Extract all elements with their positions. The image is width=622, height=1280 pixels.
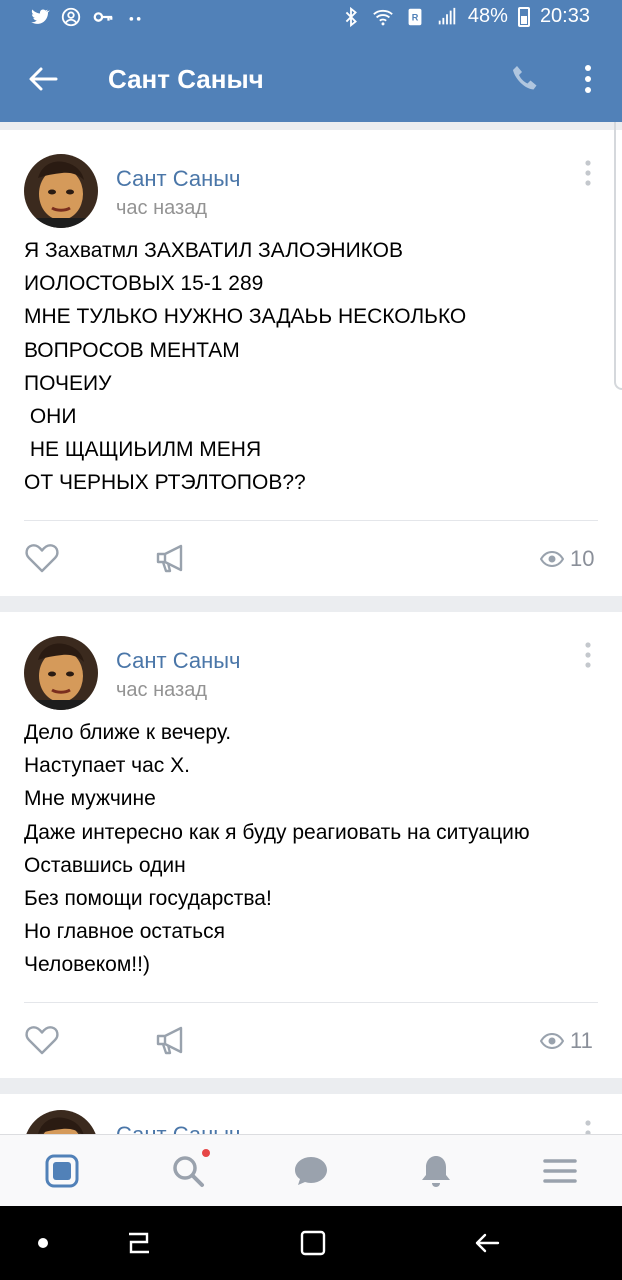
app-header: Сант Саныч bbox=[0, 36, 622, 122]
avatar[interactable] bbox=[24, 154, 98, 228]
system-nav-bar bbox=[0, 1206, 622, 1280]
post-text: Я Захватмл ЗАХВАТИЛ ЗАЛОЭНИКОВ ИОЛОСТОВЫ… bbox=[24, 239, 467, 495]
wall-post: Сант Саныч час назад Я Захватмл ЗАХВАТИЛ… bbox=[0, 130, 622, 596]
post-author[interactable]: Сант Саныч bbox=[116, 1122, 241, 1134]
views-counter: 10 bbox=[540, 546, 594, 572]
news-icon[interactable] bbox=[44, 1153, 80, 1189]
avatar[interactable] bbox=[24, 1110, 98, 1134]
eye-icon bbox=[540, 551, 564, 567]
messages-icon[interactable] bbox=[293, 1153, 329, 1189]
eye-icon bbox=[540, 1033, 564, 1049]
more-vertical-icon[interactable] bbox=[578, 62, 598, 96]
avatar[interactable] bbox=[24, 636, 98, 710]
wifi-icon bbox=[373, 9, 393, 25]
post-menu-icon[interactable] bbox=[580, 1118, 596, 1134]
wall-post: Сант Саныч час назад Дело ближе к вечеру… bbox=[0, 612, 622, 1078]
post-author[interactable]: Сант Саныч bbox=[116, 648, 241, 674]
more-notifications-icon bbox=[129, 17, 141, 21]
signal-icon bbox=[438, 7, 456, 24]
search-icon[interactable] bbox=[170, 1153, 206, 1189]
key-icon bbox=[93, 12, 113, 22]
wall-post: Сант Саныч bbox=[0, 1094, 622, 1134]
like-icon[interactable] bbox=[24, 542, 60, 574]
svg-text:R: R bbox=[412, 12, 419, 22]
phone-icon[interactable] bbox=[508, 62, 542, 96]
post-time: час назад bbox=[116, 679, 208, 701]
clock: 20:33 bbox=[539, 5, 590, 27]
battery-percent: 48% bbox=[467, 5, 508, 27]
views-counter: 11 bbox=[540, 1028, 593, 1054]
views-count: 11 bbox=[570, 1028, 593, 1053]
post-text: Дело ближе к вечеру. Наступает час Х. Мн… bbox=[24, 721, 530, 977]
post-divider bbox=[24, 520, 598, 521]
post-author[interactable]: Сант Саныч bbox=[116, 166, 241, 192]
dot-icon[interactable] bbox=[28, 1228, 58, 1258]
share-icon[interactable] bbox=[154, 542, 188, 574]
like-icon[interactable] bbox=[24, 1024, 60, 1056]
twitter-icon bbox=[31, 9, 50, 24]
notifications-icon[interactable] bbox=[418, 1153, 454, 1189]
share-icon[interactable] bbox=[154, 1024, 188, 1056]
menu-icon[interactable] bbox=[542, 1153, 578, 1189]
battery-icon bbox=[517, 6, 530, 27]
account-icon bbox=[61, 7, 81, 27]
recents-icon[interactable] bbox=[124, 1228, 154, 1258]
wall-feed[interactable]: Сант Саныч час назад Я Захватмл ЗАХВАТИЛ… bbox=[0, 122, 622, 1134]
post-time: час назад bbox=[116, 197, 208, 219]
bluetooth-icon bbox=[345, 6, 357, 27]
post-divider bbox=[24, 1002, 598, 1003]
sim-icon: R bbox=[408, 8, 422, 25]
arrow-left-icon[interactable] bbox=[26, 62, 60, 96]
post-menu-icon[interactable] bbox=[580, 158, 596, 188]
status-bar: R 48% 20:33 bbox=[0, 0, 622, 36]
back-icon[interactable] bbox=[472, 1228, 502, 1258]
bottom-tab-bar bbox=[0, 1134, 622, 1206]
home-icon[interactable] bbox=[298, 1228, 328, 1258]
views-count: 10 bbox=[570, 546, 595, 571]
post-menu-icon[interactable] bbox=[580, 640, 596, 670]
search-badge bbox=[202, 1149, 210, 1157]
scrollbar[interactable] bbox=[614, 122, 622, 390]
page-title: Сант Саныч bbox=[108, 64, 264, 94]
